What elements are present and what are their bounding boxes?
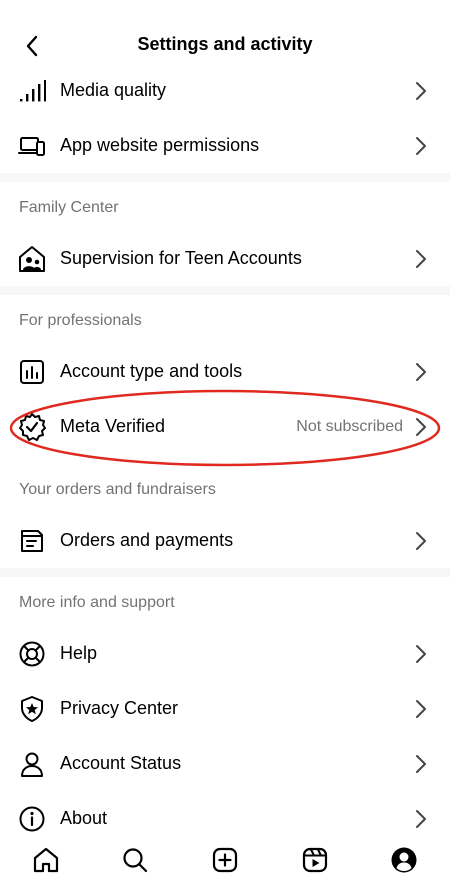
section-divider — [0, 568, 450, 577]
row-supervision[interactable]: Supervision for Teen Accounts — [0, 231, 450, 286]
chevron-right-icon — [416, 754, 426, 773]
chevron-right-icon — [416, 417, 426, 436]
nav-home[interactable] — [31, 845, 61, 875]
row-label: Supervision for Teen Accounts — [60, 248, 302, 268]
chevron-right-icon — [416, 809, 426, 828]
settings-screen: Settings and activity Media quality App … — [0, 0, 450, 889]
row-label: Privacy Center — [60, 698, 179, 718]
section-title-professionals: For professionals — [19, 312, 142, 329]
shield-star-icon — [17, 694, 47, 724]
section-title-orders: Your orders and fundraisers — [19, 481, 216, 498]
home-icon — [33, 847, 59, 873]
subscription-status: Not subscribed — [296, 417, 403, 435]
lifebuoy-icon — [17, 639, 47, 669]
row-orders-payments[interactable]: Orders and payments — [0, 513, 450, 568]
chevron-right-icon — [416, 81, 426, 100]
section-divider — [0, 173, 450, 182]
row-label: App website permissions — [60, 135, 260, 155]
row-app-website-permissions[interactable]: App website permissions — [0, 118, 450, 173]
reels-icon — [302, 847, 328, 873]
row-privacy-center[interactable]: Privacy Center — [0, 681, 450, 736]
header: Settings and activity — [0, 0, 450, 70]
row-meta-verified[interactable]: Meta Verified Not subscribed — [0, 399, 450, 454]
row-account-status[interactable]: Account Status — [0, 736, 450, 791]
person-icon — [17, 749, 47, 779]
row-label: Account type and tools — [60, 361, 243, 381]
row-label: Orders and payments — [60, 530, 234, 550]
section-title-support: More info and support — [19, 594, 175, 611]
row-media-quality[interactable]: Media quality — [0, 63, 450, 118]
family-house-icon — [17, 244, 47, 274]
row-label: About — [60, 808, 108, 828]
row-label: Media quality — [60, 80, 167, 100]
devices-icon — [17, 131, 47, 161]
chevron-right-icon — [416, 136, 426, 155]
bottom-nav — [0, 835, 450, 889]
signal-bars-icon — [17, 76, 47, 106]
profile-icon — [391, 847, 417, 873]
chevron-right-icon — [416, 362, 426, 381]
create-icon — [212, 847, 238, 873]
nav-profile[interactable] — [389, 845, 419, 875]
page-title: Settings and activity — [137, 34, 313, 54]
bar-chart-icon — [17, 357, 47, 387]
row-account-type[interactable]: Account type and tools — [0, 344, 450, 399]
chevron-right-icon — [416, 249, 426, 268]
nav-search[interactable] — [120, 845, 150, 875]
receipt-icon — [17, 526, 47, 556]
row-label: Meta Verified — [60, 416, 166, 436]
row-help[interactable]: Help — [0, 626, 450, 681]
search-icon — [123, 848, 148, 873]
chevron-right-icon — [416, 699, 426, 718]
row-label: Account Status — [60, 753, 182, 773]
verified-badge-icon — [17, 412, 47, 442]
nav-create[interactable] — [210, 845, 240, 875]
section-title-family: Family Center — [19, 199, 119, 216]
section-divider — [0, 286, 450, 295]
chevron-right-icon — [416, 644, 426, 663]
nav-reels[interactable] — [300, 845, 330, 875]
row-label: Help — [60, 643, 98, 663]
chevron-right-icon — [416, 531, 426, 550]
info-icon — [17, 804, 47, 834]
